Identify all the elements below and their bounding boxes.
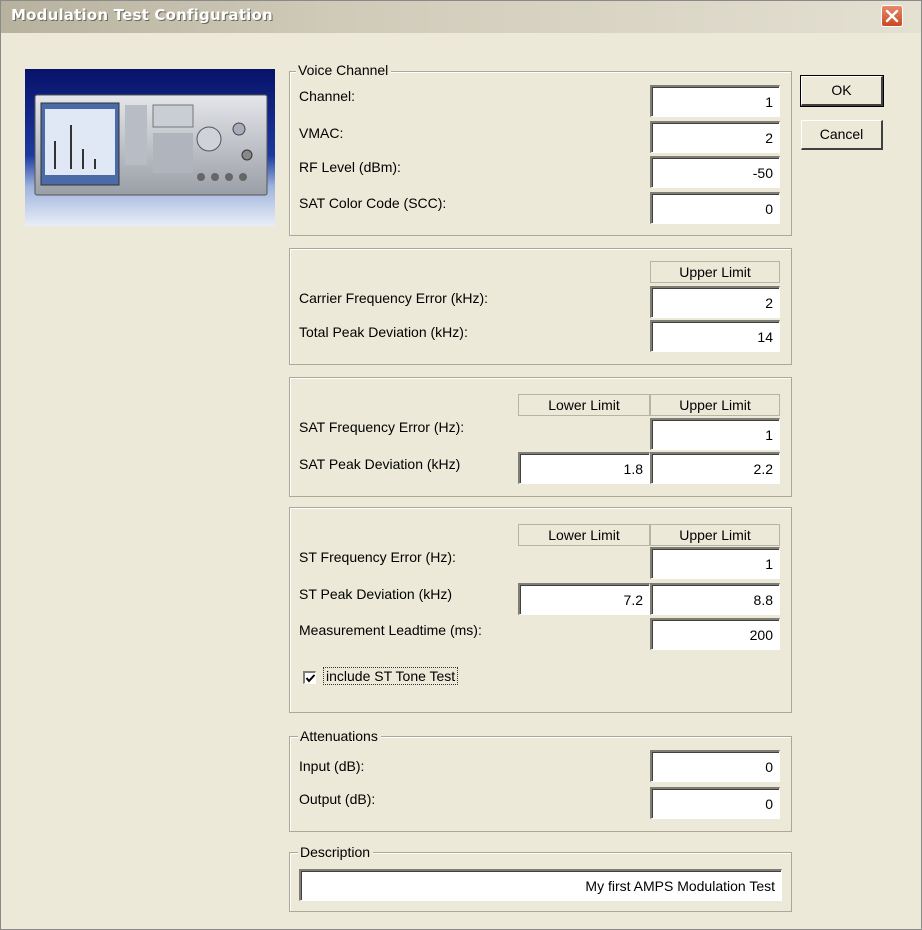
description-legend: Description <box>298 844 374 860</box>
sat-freq-error-upper-input[interactable]: 1 <box>650 418 780 450</box>
vmac-input[interactable]: 2 <box>650 121 780 153</box>
output-attenuation-label: Output (dB): <box>299 791 376 807</box>
close-button[interactable] <box>881 5 903 27</box>
total-peak-deviation-label: Total Peak Deviation (kHz): <box>299 324 468 340</box>
channel-label: Channel: <box>299 88 356 104</box>
st-upper-limit-header: Upper Limit <box>650 524 780 546</box>
cancel-button[interactable]: Cancel <box>801 120 883 150</box>
sat-upper-limit-header: Upper Limit <box>650 394 780 416</box>
sat-peak-deviation-upper-input[interactable]: 2.2 <box>650 452 780 484</box>
description-input[interactable]: My first AMPS Modulation Test <box>299 869 782 901</box>
window-title: Modulation Test Configuration <box>11 6 273 24</box>
sat-peak-deviation-label: SAT Peak Deviation (kHz) <box>299 456 461 472</box>
measurement-leadtime-input[interactable]: 200 <box>650 618 780 650</box>
input-attenuation-input[interactable]: 0 <box>650 750 780 782</box>
sat-freq-error-label: SAT Frequency Error (Hz): <box>299 419 465 435</box>
checkmark-icon <box>305 674 316 683</box>
channel-input[interactable]: 1 <box>650 85 780 117</box>
output-attenuation-input[interactable]: 0 <box>650 787 780 819</box>
scc-label: SAT Color Code (SCC): <box>299 195 447 211</box>
vmac-label: VMAC: <box>299 125 344 141</box>
include-st-tone-label[interactable]: include ST Tone Test <box>323 667 459 685</box>
sat-lower-limit-header: Lower Limit <box>518 394 650 416</box>
rf-level-label: RF Level (dBm): <box>299 159 401 175</box>
st-peak-deviation-upper-input[interactable]: 8.8 <box>650 583 780 615</box>
measurement-leadtime-label: Measurement Leadtime (ms): <box>299 622 482 638</box>
dialog-window: Modulation Test Configuration Voice Chan… <box>0 0 922 930</box>
ok-button[interactable]: OK <box>801 76 883 106</box>
total-peak-deviation-upper-input[interactable]: 14 <box>650 320 780 352</box>
rf-level-input[interactable]: -50 <box>650 156 780 188</box>
carrier-freq-error-label: Carrier Frequency Error (kHz): <box>299 290 489 306</box>
input-attenuation-label: Input (dB): <box>299 758 365 774</box>
scc-input[interactable]: 0 <box>650 192 780 224</box>
carrier-freq-error-upper-input[interactable]: 2 <box>650 286 780 318</box>
st-peak-deviation-label: ST Peak Deviation (kHz) <box>299 586 453 602</box>
title-bar[interactable]: Modulation Test Configuration <box>1 1 921 33</box>
st-peak-deviation-lower-input[interactable]: 7.2 <box>518 583 650 615</box>
st-lower-limit-header: Lower Limit <box>518 524 650 546</box>
attenuations-legend: Attenuations <box>298 728 381 744</box>
voice-channel-legend: Voice Channel <box>296 62 392 78</box>
instrument-photo <box>25 69 275 226</box>
include-st-tone-checkbox[interactable] <box>303 671 316 684</box>
carrier-upper-limit-header: Upper Limit <box>650 261 780 283</box>
sat-peak-deviation-lower-input[interactable]: 1.8 <box>518 452 650 484</box>
st-freq-error-label: ST Frequency Error (Hz): <box>299 549 456 565</box>
st-freq-error-upper-input[interactable]: 1 <box>650 547 780 579</box>
close-icon <box>885 9 899 23</box>
